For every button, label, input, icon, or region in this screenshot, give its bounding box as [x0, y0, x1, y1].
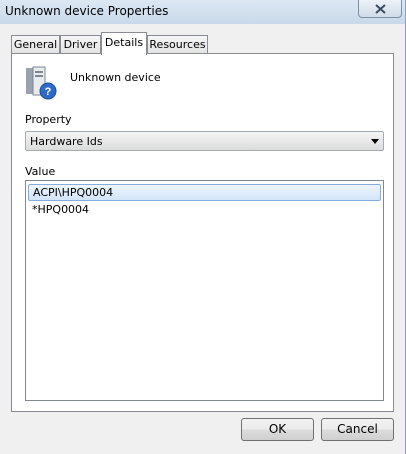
- value-list[interactable]: ACPI\HPQ0004 *HPQ0004: [25, 180, 384, 401]
- close-button[interactable]: [358, 0, 402, 18]
- unknown-device-icon: ?: [25, 66, 59, 103]
- ok-button[interactable]: OK: [241, 418, 314, 441]
- value-label: Value: [25, 165, 56, 178]
- tab-general[interactable]: General: [11, 35, 60, 53]
- cancel-button[interactable]: Cancel: [321, 418, 394, 441]
- device-name: Unknown device: [70, 71, 161, 84]
- close-icon: [375, 4, 386, 14]
- property-label: Property: [25, 113, 72, 126]
- title-bar[interactable]: Unknown device Properties: [0, 0, 405, 24]
- svg-text:?: ?: [45, 86, 52, 98]
- property-selected-value: Hardware Ids: [30, 135, 103, 148]
- tab-driver[interactable]: Driver: [60, 35, 101, 53]
- properties-dialog: Unknown device Properties General Driver…: [0, 0, 406, 454]
- tab-resources[interactable]: Resources: [147, 35, 208, 53]
- chevron-down-icon: [371, 139, 379, 144]
- property-dropdown[interactable]: Hardware Ids: [25, 131, 384, 151]
- list-item[interactable]: ACPI\HPQ0004: [28, 184, 381, 201]
- list-item[interactable]: *HPQ0004: [28, 202, 381, 219]
- tab-details[interactable]: Details: [101, 32, 147, 55]
- window-title: Unknown device Properties: [5, 4, 169, 18]
